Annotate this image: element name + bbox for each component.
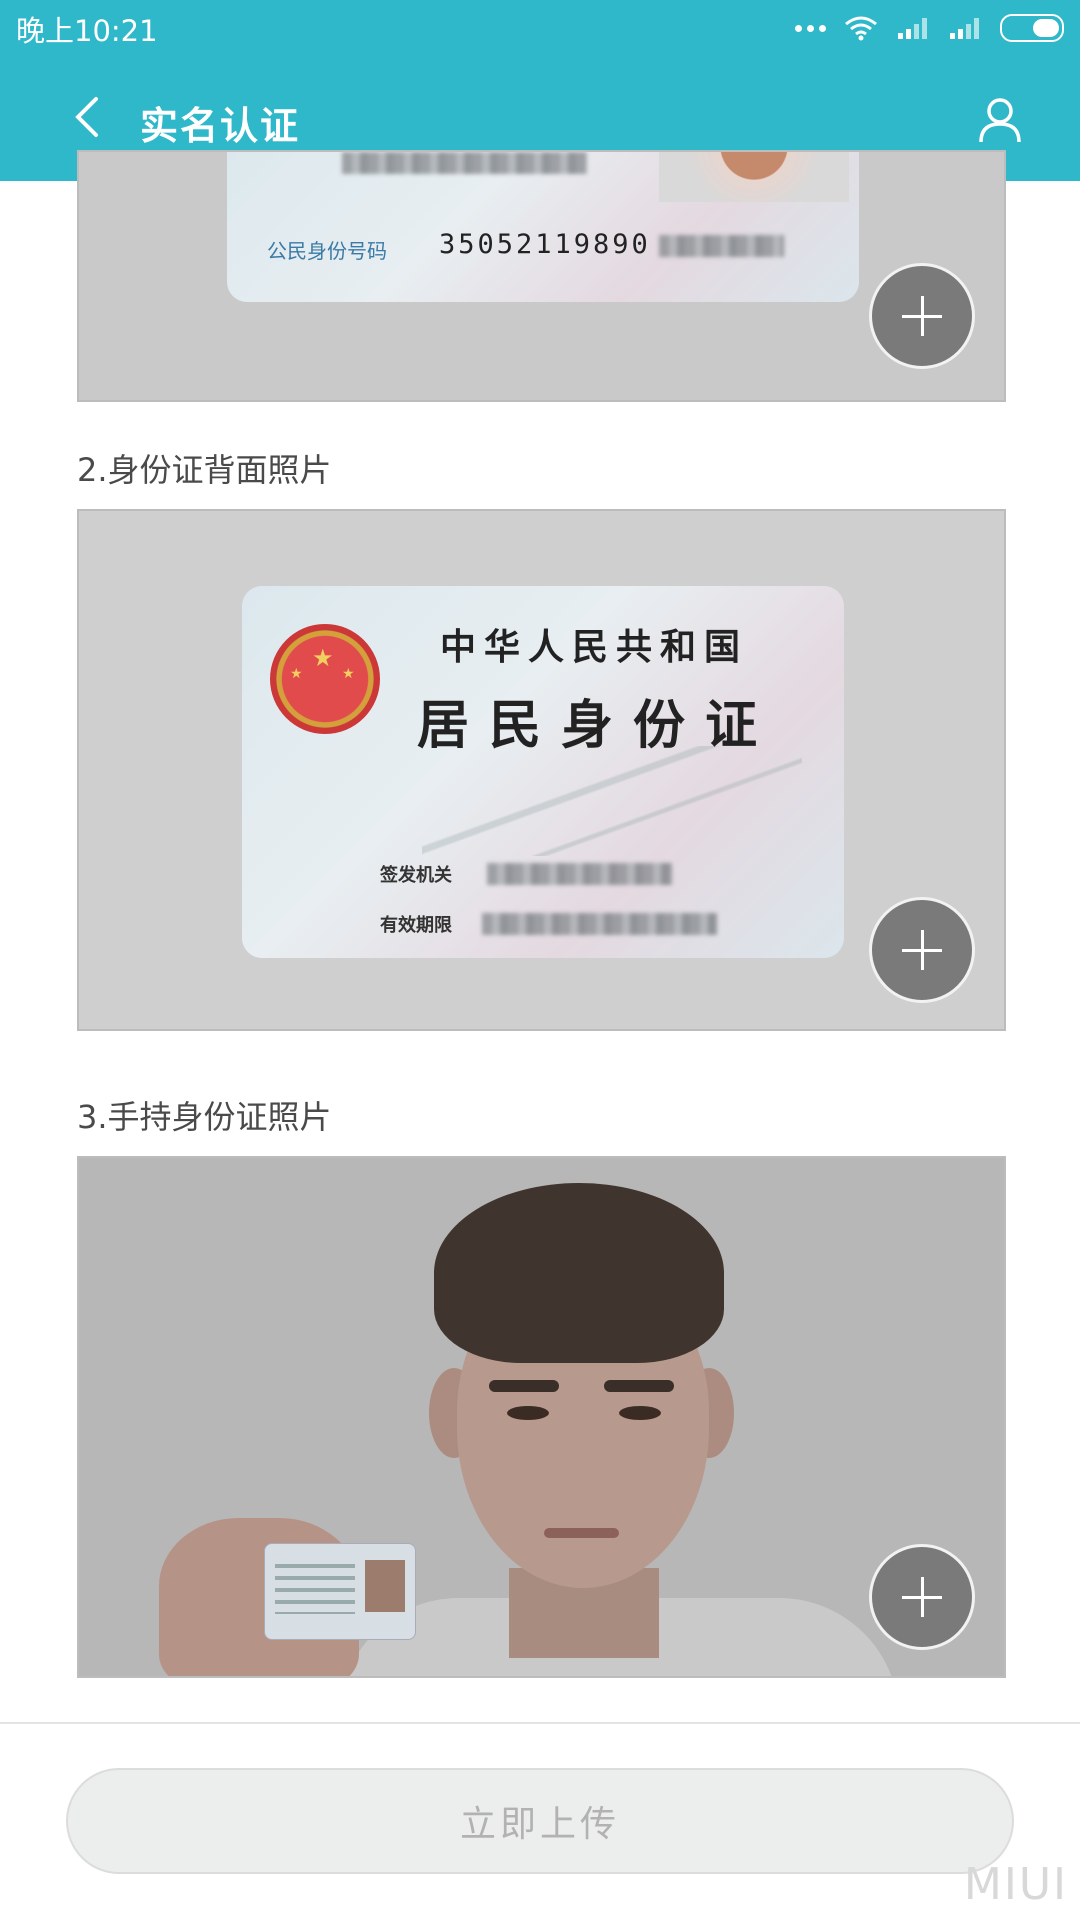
validity-label: 有效期限 <box>380 915 452 936</box>
section-label-handheld: 3.手持身份证照片 <box>77 1098 332 1136</box>
battery-icon <box>1000 14 1064 42</box>
blurred-number <box>659 235 784 257</box>
great-wall-graphic <box>422 746 802 856</box>
handheld-upload-area[interactable] <box>77 1156 1006 1678</box>
miui-watermark: MIUI <box>963 1859 1068 1910</box>
wifi-icon <box>845 16 877 41</box>
id-card-back-sample: ★ ★ ★ 中华人民共和国 居民身份证 签发机关 有效期限 <box>242 586 844 958</box>
portrait-photo <box>659 152 849 202</box>
eye <box>619 1406 661 1420</box>
add-front-photo-button[interactable] <box>869 263 975 369</box>
add-back-photo-button[interactable] <box>869 897 975 1003</box>
national-emblem-icon: ★ ★ ★ <box>270 624 380 734</box>
add-handheld-photo-button[interactable] <box>869 1544 975 1650</box>
chevron-left-icon <box>75 97 98 137</box>
issuer-label: 签发机关 <box>380 865 452 886</box>
handheld-sample-photo <box>79 1158 1004 1676</box>
eyebrow <box>604 1380 674 1392</box>
more-dots-icon <box>795 24 826 32</box>
footer-divider <box>0 1722 1080 1724</box>
blurred-text <box>342 152 587 174</box>
user-icon <box>979 98 1021 143</box>
id-number-label: 公民身份号码 <box>267 239 387 263</box>
blurred-validity <box>482 913 717 935</box>
held-id-card <box>264 1543 416 1640</box>
id-card-front-sample: 公民身份号码 35052119890 <box>227 152 859 302</box>
upload-now-button[interactable]: 立即上传 <box>66 1768 1014 1874</box>
profile-button[interactable] <box>970 90 1030 150</box>
card-photo <box>365 1560 405 1612</box>
back-button[interactable] <box>60 90 114 144</box>
signal-icon <box>898 18 927 39</box>
eye <box>507 1406 549 1420</box>
signal-icon-2 <box>950 18 979 39</box>
page-title: 实名认证 <box>140 104 301 148</box>
blurred-issuer <box>487 863 672 885</box>
hair <box>434 1183 724 1363</box>
card-text-lines <box>275 1564 355 1614</box>
id-back-upload-area[interactable]: ★ ★ ★ 中华人民共和国 居民身份证 签发机关 有效期限 <box>77 509 1006 1031</box>
country-name: 中华人民共和国 <box>440 626 749 668</box>
mouth <box>544 1528 619 1538</box>
eyebrow <box>489 1380 559 1392</box>
id-front-upload-area[interactable]: 公民身份号码 35052119890 <box>77 150 1006 402</box>
status-icons <box>795 10 1064 46</box>
section-label-back: 2.身份证背面照片 <box>77 451 332 489</box>
id-number: 35052119890 <box>439 229 651 260</box>
status-time: 晚上10:21 <box>16 14 158 48</box>
